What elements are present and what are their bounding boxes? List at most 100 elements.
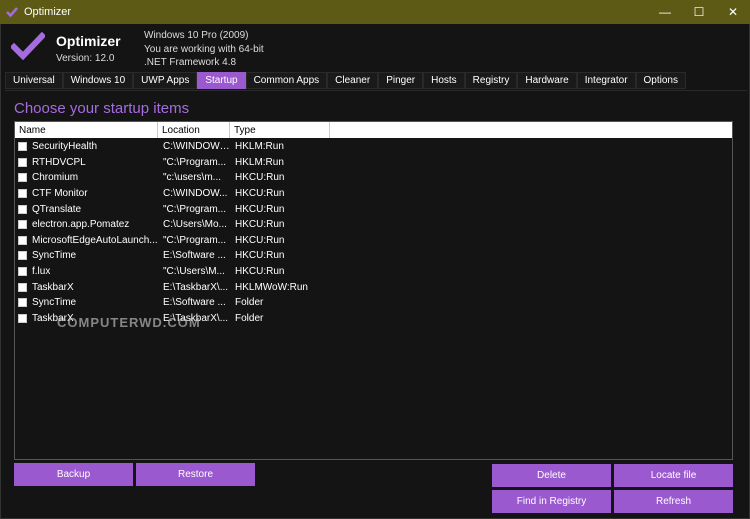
table-row[interactable]: RTHDVCPL "C:\Program... HKLM:Run bbox=[15, 155, 732, 171]
item-location: C:\WINDOWS\... bbox=[163, 141, 230, 153]
delete-button[interactable]: Delete bbox=[492, 464, 611, 487]
table-row[interactable]: CTF Monitor C:\WINDOW... HKCU:Run bbox=[15, 186, 732, 202]
item-checkbox[interactable] bbox=[18, 173, 27, 183]
item-name: Chromium bbox=[32, 172, 79, 184]
item-name: RTHDVCPL bbox=[32, 156, 86, 168]
item-checkbox[interactable] bbox=[18, 189, 27, 199]
table-row[interactable]: f.lux "C:\Users\M... HKCU:Run bbox=[15, 264, 732, 280]
window-title: Optimizer bbox=[24, 6, 72, 18]
list-rows: SecurityHealth C:\WINDOWS\... HKLM:Run R… bbox=[15, 139, 732, 326]
backup-button[interactable]: Backup bbox=[14, 463, 133, 486]
item-checkbox[interactable] bbox=[18, 282, 27, 292]
table-row[interactable]: SecurityHealth C:\WINDOWS\... HKLM:Run bbox=[15, 139, 732, 155]
table-row[interactable]: TaskbarX E:\TaskbarX\... HKLMWoW:Run bbox=[15, 279, 732, 295]
item-checkbox[interactable] bbox=[18, 204, 27, 214]
item-type: HKCU:Run bbox=[235, 250, 285, 262]
item-type: HKLMWoW:Run bbox=[235, 281, 308, 293]
item-name: SyncTime bbox=[32, 250, 77, 262]
tab-startup[interactable]: Startup bbox=[197, 72, 246, 89]
close-button[interactable]: ✕ bbox=[716, 0, 750, 24]
item-checkbox[interactable] bbox=[18, 157, 27, 167]
tab-registry[interactable]: Registry bbox=[464, 72, 518, 89]
item-name: f.lux bbox=[32, 266, 51, 278]
item-location: "C:\Users\M... bbox=[163, 266, 225, 278]
item-type: HKCU:Run bbox=[235, 203, 285, 215]
item-name: QTranslate bbox=[32, 203, 82, 215]
table-row[interactable]: Chromium "c:\users\m... HKCU:Run bbox=[15, 170, 732, 186]
item-location: "c:\users\m... bbox=[163, 172, 222, 184]
tab-common-apps[interactable]: Common Apps bbox=[245, 72, 328, 89]
column-name[interactable]: Name bbox=[15, 122, 158, 138]
app-version: Version: 12.0 bbox=[56, 53, 115, 64]
tab-options[interactable]: Options bbox=[635, 72, 686, 89]
item-checkbox[interactable] bbox=[18, 142, 27, 152]
item-location: E:\TaskbarX\... bbox=[163, 281, 229, 293]
tab-windows-10[interactable]: Windows 10 bbox=[62, 72, 134, 89]
tab-hardware[interactable]: Hardware bbox=[517, 72, 577, 89]
tab-integrator[interactable]: Integrator bbox=[576, 72, 636, 89]
app-header: Optimizer Version: 12.0 Windows 10 Pro (… bbox=[1, 24, 749, 72]
item-type: HKCU:Run bbox=[235, 219, 285, 231]
column-location[interactable]: Location bbox=[158, 122, 230, 138]
app-name: Optimizer bbox=[56, 33, 121, 49]
find-in-registry-button[interactable]: Find in Registry bbox=[492, 490, 611, 513]
item-type: HKLM:Run bbox=[235, 156, 284, 168]
item-name: TaskbarX bbox=[32, 281, 74, 293]
startup-list[interactable]: Name Location Type SecurityHealth C:\WIN… bbox=[14, 121, 733, 460]
item-type: HKCU:Run bbox=[235, 234, 285, 246]
table-row[interactable]: electron.app.Pomatez C:\Users\Mo... HKCU… bbox=[15, 217, 732, 233]
item-name: electron.app.Pomatez bbox=[32, 219, 130, 231]
framework-info: .NET Framework 4.8 bbox=[144, 57, 237, 68]
item-type: Folder bbox=[235, 297, 264, 309]
item-checkbox[interactable] bbox=[18, 220, 27, 230]
item-location: E:\Software ... bbox=[163, 297, 226, 309]
item-location: "C:\Program... bbox=[163, 234, 227, 246]
item-type: Folder bbox=[235, 312, 264, 324]
item-name: SyncTime bbox=[32, 297, 77, 309]
table-row[interactable]: SyncTime E:\Software ... Folder bbox=[15, 295, 732, 311]
tab-universal[interactable]: Universal bbox=[5, 72, 63, 89]
item-location: E:\Software ... bbox=[163, 250, 226, 262]
item-name: MicrosoftEdgeAutoLaunch... bbox=[32, 234, 158, 246]
list-header: Name Location Type bbox=[15, 122, 732, 138]
item-location: C:\Users\Mo... bbox=[163, 219, 227, 231]
table-row[interactable]: QTranslate "C:\Program... HKCU:Run bbox=[15, 201, 732, 217]
item-type: HKLM:Run bbox=[235, 141, 284, 153]
item-type: HKCU:Run bbox=[235, 172, 285, 184]
app-body: Optimizer Version: 12.0 Windows 10 Pro (… bbox=[0, 24, 750, 519]
item-checkbox[interactable] bbox=[18, 267, 27, 277]
maximize-button[interactable]: ☐ bbox=[682, 0, 716, 24]
title-bar: Optimizer — ☐ ✕ bbox=[0, 0, 750, 24]
arch-info: You are working with 64-bit bbox=[144, 43, 264, 55]
item-checkbox[interactable] bbox=[18, 313, 27, 323]
tab-uwp-apps[interactable]: UWP Apps bbox=[133, 72, 198, 89]
item-checkbox[interactable] bbox=[18, 235, 27, 245]
table-row[interactable]: MicrosoftEdgeAutoLaunch... "C:\Program..… bbox=[15, 233, 732, 249]
item-checkbox[interactable] bbox=[18, 251, 27, 261]
restore-button[interactable]: Restore bbox=[136, 463, 255, 486]
item-name: SecurityHealth bbox=[32, 141, 98, 153]
minimize-button[interactable]: — bbox=[648, 0, 682, 24]
column-type[interactable]: Type bbox=[230, 122, 330, 138]
item-name: CTF Monitor bbox=[32, 188, 88, 200]
checkmark-logo-icon bbox=[9, 31, 47, 62]
startup-panel: Choose your startup items Name Location … bbox=[5, 90, 747, 516]
item-type: HKCU:Run bbox=[235, 266, 285, 278]
item-location: "C:\Program... bbox=[163, 156, 227, 168]
tab-pinger[interactable]: Pinger bbox=[378, 72, 424, 89]
table-row[interactable]: SyncTime E:\Software ... HKCU:Run bbox=[15, 248, 732, 264]
tab-cleaner[interactable]: Cleaner bbox=[327, 72, 379, 89]
section-title: Choose your startup items bbox=[14, 100, 190, 117]
system-info: Windows 10 Pro (2009) You are working wi… bbox=[144, 29, 264, 70]
tab-hosts[interactable]: Hosts bbox=[423, 72, 465, 89]
os-info: Windows 10 Pro (2009) bbox=[144, 30, 249, 41]
item-type: HKCU:Run bbox=[235, 188, 285, 200]
refresh-button[interactable]: Refresh bbox=[614, 490, 733, 513]
item-location: "C:\Program... bbox=[163, 203, 227, 215]
app-check-icon bbox=[0, 0, 24, 24]
tab-bar: Universal Windows 10 UWP Apps Startup Co… bbox=[5, 72, 686, 90]
item-location: C:\WINDOW... bbox=[163, 188, 228, 200]
watermark-text: COMPUTERWD.COM bbox=[57, 315, 201, 330]
item-checkbox[interactable] bbox=[18, 298, 27, 308]
locate-file-button[interactable]: Locate file bbox=[614, 464, 733, 487]
